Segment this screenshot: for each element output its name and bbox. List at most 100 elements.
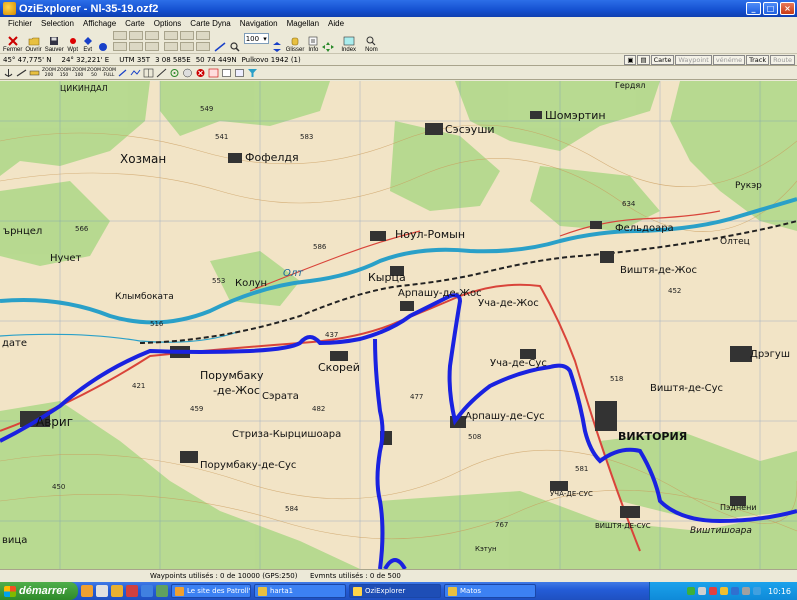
network-icon[interactable] xyxy=(752,587,761,595)
track-tool-2[interactable] xyxy=(128,31,143,40)
move-map-button[interactable] xyxy=(322,30,335,53)
label-nuchet: Нучет xyxy=(50,253,81,264)
menu-carte-dyna[interactable]: Carte Dyna xyxy=(190,19,230,28)
menu-options[interactable]: Options xyxy=(154,19,182,28)
label-porumbaku-1: Порумбаку xyxy=(200,369,264,382)
track-list-button[interactable]: Track xyxy=(746,55,770,65)
nom-button[interactable]: Nom xyxy=(365,30,378,53)
menu-carte[interactable]: Carte xyxy=(125,19,145,28)
start-button[interactable]: démarrer xyxy=(0,582,78,600)
draw-tool-5[interactable] xyxy=(179,42,194,51)
track-tool-icon[interactable] xyxy=(130,68,141,78)
menu-navigation[interactable]: Navigation xyxy=(240,19,278,28)
menu-magellan[interactable]: Magellan xyxy=(287,19,319,28)
task-matos[interactable]: Matos xyxy=(444,584,536,598)
search-map-button[interactable] xyxy=(229,30,241,53)
zoom-level-select[interactable]: 100 ▾ xyxy=(243,33,269,44)
zoom-in-out-group[interactable] xyxy=(271,30,283,53)
layers-icon[interactable] xyxy=(234,68,245,78)
speaker-icon[interactable] xyxy=(741,587,750,595)
zoom-200-button[interactable]: ZOOM 200 xyxy=(42,68,56,78)
window-title: OziExplorer - Nl-35-19.ozf2 xyxy=(19,2,159,15)
evenement-list-button[interactable]: vénéme xyxy=(712,55,746,65)
tray-icon-5[interactable] xyxy=(730,587,739,595)
index-map-icon xyxy=(343,36,355,46)
zoom-50-button[interactable]: ZOOM 50 xyxy=(87,68,101,78)
tray-icon-2[interactable] xyxy=(697,587,706,595)
index-button[interactable]: Index xyxy=(341,30,356,53)
name-search-icon xyxy=(366,36,376,46)
settings-icon[interactable] xyxy=(221,68,232,78)
gps-button[interactable] xyxy=(97,30,109,53)
info-button[interactable]: Info xyxy=(307,30,319,53)
track-tool-4[interactable] xyxy=(112,42,127,51)
map-grid-icon[interactable] xyxy=(208,68,219,78)
ie-quicklaunch-icon[interactable] xyxy=(141,585,153,597)
topographic-map[interactable]: ЦИКИНДАЛ Гердял Хозман Фофелдя Сэсэуши Ш… xyxy=(0,81,797,569)
maximize-button[interactable]: □ xyxy=(763,2,778,15)
folder-quicklaunch-icon[interactable] xyxy=(111,585,123,597)
task-harta1[interactable]: harta1 xyxy=(254,584,346,598)
label-shomertin: Шомэртин xyxy=(545,109,606,122)
evt-button[interactable]: Evt xyxy=(82,30,94,53)
menu-selection[interactable]: Selection xyxy=(41,19,74,28)
draw-tool-2[interactable] xyxy=(179,31,194,40)
close-button[interactable]: × xyxy=(780,2,795,15)
zoom-100-button[interactable]: ZOOM 100 xyxy=(72,68,86,78)
fermer-button[interactable]: Fermer xyxy=(3,30,22,53)
compass-icon[interactable] xyxy=(182,68,193,78)
draw-tool-3[interactable] xyxy=(195,31,210,40)
ruler-2-icon[interactable] xyxy=(156,68,167,78)
menu-aide[interactable]: Aide xyxy=(328,19,344,28)
draw-tool-6[interactable] xyxy=(195,42,210,51)
label-ornjetsel: ърнцел xyxy=(3,226,42,237)
label-klymbokata: Клымбоката xyxy=(115,292,174,302)
track-tool-6[interactable] xyxy=(144,42,159,51)
waypoint-list-button[interactable]: Waypoint xyxy=(675,55,712,65)
grid-tool-icon[interactable] xyxy=(143,68,154,78)
track-tool-5[interactable] xyxy=(128,42,143,51)
label-kolun: Колун xyxy=(235,278,267,289)
firefox-quicklaunch-icon[interactable] xyxy=(81,585,93,597)
track-tool-1[interactable] xyxy=(112,31,127,40)
wpt-button[interactable]: Wpt xyxy=(67,30,79,53)
zoom-150-button[interactable]: ZOOM 150 xyxy=(57,68,71,78)
track-tool-3[interactable] xyxy=(144,31,159,40)
task-patroll[interactable]: Le site des Patroll'... xyxy=(171,584,251,598)
glisser-button[interactable]: Glisser xyxy=(286,30,304,53)
target-icon[interactable] xyxy=(169,68,180,78)
map-canvas[interactable]: ЦИКИНДАЛ Гердял Хозман Фофелдя Сэсэуши Ш… xyxy=(0,81,797,569)
tray-icon-1[interactable] xyxy=(686,587,695,595)
filter-icon[interactable] xyxy=(247,68,258,78)
sauver-button[interactable]: Sauver xyxy=(45,30,64,53)
open-folder-icon xyxy=(28,37,39,46)
app-quicklaunch-icon[interactable] xyxy=(126,585,138,597)
label-laneri: Пэднени xyxy=(720,503,757,512)
menu-fichier[interactable]: Fichier xyxy=(8,19,32,28)
measure-button[interactable] xyxy=(214,30,226,53)
app2-quicklaunch-icon[interactable] xyxy=(156,585,168,597)
anchor-icon[interactable] xyxy=(3,68,14,78)
label-date: дате xyxy=(2,338,27,349)
route-list-button[interactable]: Route xyxy=(770,55,795,65)
svg-text:508: 508 xyxy=(468,433,481,441)
ouvrir-button[interactable]: Ouvrir xyxy=(25,30,42,53)
draw-tool-1[interactable] xyxy=(163,31,178,40)
minimize-button[interactable]: _ xyxy=(746,2,761,15)
arrow-tool-icon[interactable] xyxy=(117,68,128,78)
desktop-quicklaunch-icon[interactable] xyxy=(96,585,108,597)
save-small-button[interactable]: ▤ xyxy=(637,55,650,65)
menu-affichage[interactable]: Affichage xyxy=(83,19,116,28)
zoom-full-button[interactable]: ZOOM FULL xyxy=(102,68,116,78)
print-button[interactable]: ▣ xyxy=(624,55,637,65)
measure-tool-icon[interactable] xyxy=(16,68,27,78)
save-icon: ▤ xyxy=(640,56,647,64)
task-oziexplorer[interactable]: OziExplorer xyxy=(349,584,441,598)
draw-tool-4[interactable] xyxy=(163,42,178,51)
delete-icon[interactable] xyxy=(195,68,206,78)
carte-button[interactable]: Carte xyxy=(650,55,675,65)
tray-icon-3[interactable] xyxy=(708,587,717,595)
ruler-icon[interactable] xyxy=(29,68,40,78)
tray-icon-4[interactable] xyxy=(719,587,728,595)
svg-text:452: 452 xyxy=(668,287,681,295)
